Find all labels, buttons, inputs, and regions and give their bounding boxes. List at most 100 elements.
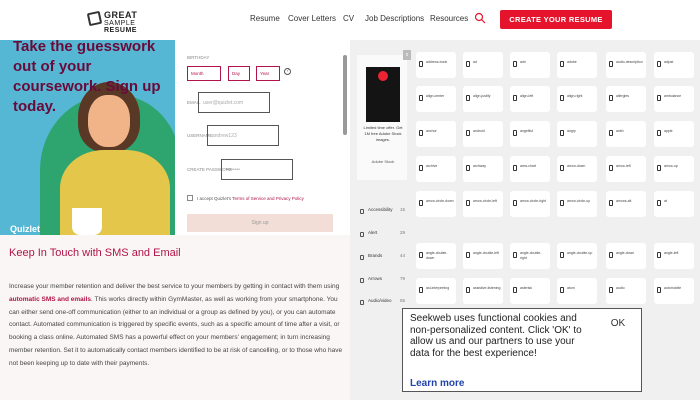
icon-tile[interactable]: angle-double-right: [510, 243, 550, 269]
cookie-ok-button[interactable]: OK: [601, 315, 635, 333]
icon-tile[interactable]: arrow-circle-up: [557, 191, 597, 217]
category-item[interactable]: Accessibility 15: [358, 207, 410, 217]
icon-tile[interactable]: ambulance: [654, 86, 694, 112]
icon-tile[interactable]: allergies: [606, 86, 646, 112]
icon-tile[interactable]: archive: [416, 156, 456, 182]
icon-tile[interactable]: anchor: [416, 121, 456, 147]
consent-checkbox[interactable]: [187, 195, 193, 201]
icon-tile[interactable]: audio-description: [606, 52, 646, 78]
sms-email-link[interactable]: automatic SMS and emails: [9, 296, 91, 303]
icon-tile[interactable]: arrow-left: [606, 156, 646, 182]
tile-label: angellist: [520, 129, 533, 133]
icon-tile[interactable]: asterisk: [510, 278, 550, 304]
icon-tile[interactable]: arrow-circle-right: [510, 191, 550, 217]
tile-label: arrow-left: [616, 164, 631, 168]
icon-tile[interactable]: ankh: [606, 121, 646, 147]
year-select[interactable]: Year: [256, 66, 280, 81]
category-item[interactable]: Brands 44: [358, 253, 410, 263]
tile-icon: [560, 252, 564, 258]
tile-label: ambulance: [664, 94, 682, 98]
tile-icon: [419, 95, 423, 101]
search-icon[interactable]: [474, 12, 486, 24]
category-icon: [360, 232, 364, 237]
day-select[interactable]: Day: [228, 66, 250, 81]
quizlet-ad-image[interactable]: Take the guesswork out of your coursewor…: [0, 40, 175, 235]
icon-tile[interactable]: angellist: [510, 121, 550, 147]
category-item[interactable]: Audio/video 55: [358, 298, 410, 308]
terms-link[interactable]: Terms of Service and Privacy Policy: [232, 196, 304, 201]
tile-icon: [466, 200, 470, 206]
tile-icon: [560, 95, 564, 101]
tile-icon: [609, 95, 613, 101]
icon-tile[interactable]: arrow-up: [654, 156, 694, 182]
icon-tile[interactable]: angle-double-down: [416, 243, 456, 269]
signup-button[interactable]: Sign up: [187, 214, 333, 232]
nav-cover-letters[interactable]: Cover Letters: [288, 14, 336, 23]
ad-close-icon[interactable]: x: [403, 50, 411, 60]
category-count: 79: [400, 276, 406, 281]
tile-label: archway: [473, 164, 487, 168]
category-item[interactable]: Arrows 79: [358, 276, 410, 286]
month-select[interactable]: Month: [187, 66, 221, 81]
icon-tile[interactable]: angle-double-left: [463, 243, 503, 269]
icon-tile[interactable]: angle-left: [654, 243, 694, 269]
password-input[interactable]: ••••••••: [221, 159, 293, 180]
adobe-ad[interactable]: Limited time offer. Get 1M free Adobe St…: [357, 55, 407, 180]
icon-tile[interactable]: align-left: [510, 86, 550, 112]
icon-tile[interactable]: audio: [606, 278, 646, 304]
icon-tile[interactable]: apple: [654, 121, 694, 147]
tile-icon: [560, 287, 564, 293]
cookie-learn-more-link[interactable]: Learn more: [410, 378, 464, 389]
icon-tile[interactable]: android: [463, 121, 503, 147]
tile-icon: [657, 165, 661, 171]
create-resume-button[interactable]: CREATE YOUR RESUME: [500, 10, 612, 29]
icon-tile[interactable]: align-center: [416, 86, 456, 112]
icon-tile[interactable]: address-book: [416, 52, 456, 78]
icon-tile[interactable]: adn: [510, 52, 550, 78]
category-icon: [360, 300, 364, 305]
icon-tile[interactable]: area-chart: [510, 156, 550, 182]
tile-label: align-center: [426, 94, 445, 98]
category-count: 29: [400, 230, 406, 235]
nav-job-descriptions[interactable]: Job Descriptions: [365, 14, 424, 23]
category-icon: [360, 278, 364, 283]
article-heading: Keep In Touch with SMS and Email: [9, 247, 181, 259]
tile-label: angle-double-down: [426, 251, 448, 260]
icon-tile[interactable]: adjust: [654, 52, 694, 78]
icon-tile[interactable]: atom: [557, 278, 597, 304]
tile-label: angle-left: [664, 251, 679, 255]
icon-tile[interactable]: angle-double-up: [557, 243, 597, 269]
birthday-label: BIRTHDAY: [187, 55, 210, 60]
tile-label: arrow-circle-down: [426, 199, 454, 203]
tile-icon: [513, 61, 517, 67]
site-logo[interactable]: GREAT SAMPLE RESUME: [86, 10, 164, 34]
icon-tile[interactable]: ad: [463, 52, 503, 78]
nav-resources[interactable]: Resources: [430, 14, 468, 23]
paragraph-intro: Increase your member retention and deliv…: [9, 283, 340, 290]
icon-tile[interactable]: at: [654, 191, 694, 217]
icon-tile[interactable]: arrow-circle-down: [416, 191, 456, 217]
help-icon[interactable]: ?: [284, 68, 291, 75]
nav-cv[interactable]: CV: [343, 14, 354, 23]
icon-tile[interactable]: asl-interpreting: [416, 278, 456, 304]
icon-tile[interactable]: arrow-down: [557, 156, 597, 182]
category-item[interactable]: Alert 29: [358, 230, 410, 240]
icon-tile[interactable]: arrow-circle-left: [463, 191, 503, 217]
icon-tile[interactable]: automobile: [654, 278, 694, 304]
tile-label: arrow-circle-right: [520, 199, 547, 203]
logo-icon: [86, 10, 103, 27]
icon-tile[interactable]: align-right: [557, 86, 597, 112]
icon-tile[interactable]: adobe: [557, 52, 597, 78]
icon-tile[interactable]: angry: [557, 121, 597, 147]
icon-tile[interactable]: assistive-listening: [463, 278, 503, 304]
icon-tile[interactable]: archway: [463, 156, 503, 182]
username-input[interactable]: andrew123: [207, 125, 279, 146]
tile-label: angle-double-up: [567, 251, 593, 255]
scrollbar[interactable]: [343, 55, 347, 135]
ad-text: Limited time offer. Get 1M free Adobe St…: [363, 125, 403, 142]
nav-resume[interactable]: Resume: [250, 14, 280, 23]
icon-tile[interactable]: angle-down: [606, 243, 646, 269]
icon-tile[interactable]: align-justify: [463, 86, 503, 112]
icon-tile[interactable]: arrows-alt: [606, 191, 646, 217]
email-input[interactable]: user@quizlet.com: [198, 92, 270, 113]
